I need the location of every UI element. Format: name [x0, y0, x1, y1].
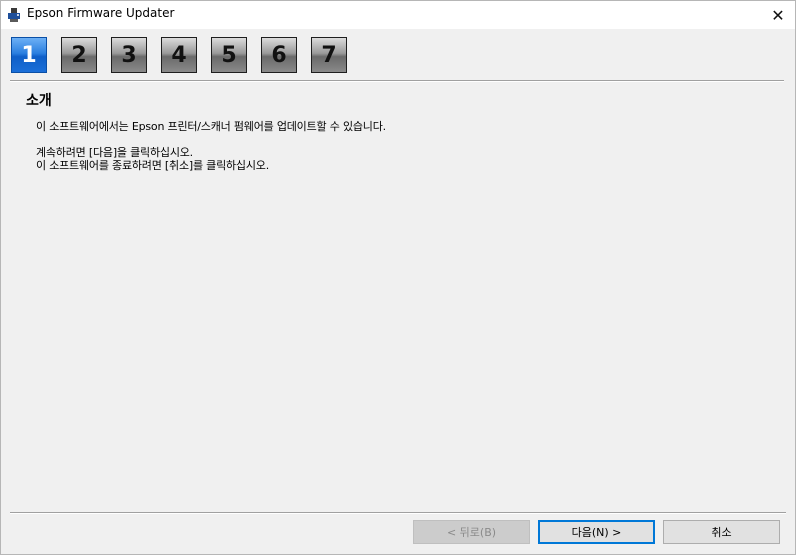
- step-2: 2: [61, 37, 97, 73]
- epson-updater-icon: [6, 7, 22, 23]
- close-icon: ✕: [771, 5, 785, 25]
- cancel-instruction: 이 소프트웨어를 종료하려면 [취소]를 클릭하십시오.: [36, 159, 269, 172]
- cancel-button[interactable]: 취소: [663, 520, 780, 544]
- step-7: 7: [311, 37, 347, 73]
- step-1: 1: [11, 37, 47, 73]
- updater-window: Epson Firmware Updater ✕ 1 2 3 4 5 6 7 소…: [0, 0, 796, 555]
- footer-divider: [10, 512, 786, 514]
- step-4: 4: [161, 37, 197, 73]
- step-6: 6: [261, 37, 297, 73]
- next-button[interactable]: 다음(N) >: [538, 520, 655, 544]
- window-title: Epson Firmware Updater: [27, 6, 175, 20]
- step-5: 5: [211, 37, 247, 73]
- title-bar: Epson Firmware Updater ✕: [1, 1, 795, 29]
- back-button[interactable]: < 뒤로(B): [413, 520, 530, 544]
- intro-text: 이 소프트웨어에서는 Epson 프린터/스캐너 펌웨어를 업데이트할 수 있습…: [36, 120, 386, 133]
- header-divider: [10, 80, 784, 82]
- close-button[interactable]: ✕: [761, 1, 795, 29]
- section-title: 소개: [26, 93, 52, 109]
- step-3: 3: [111, 37, 147, 73]
